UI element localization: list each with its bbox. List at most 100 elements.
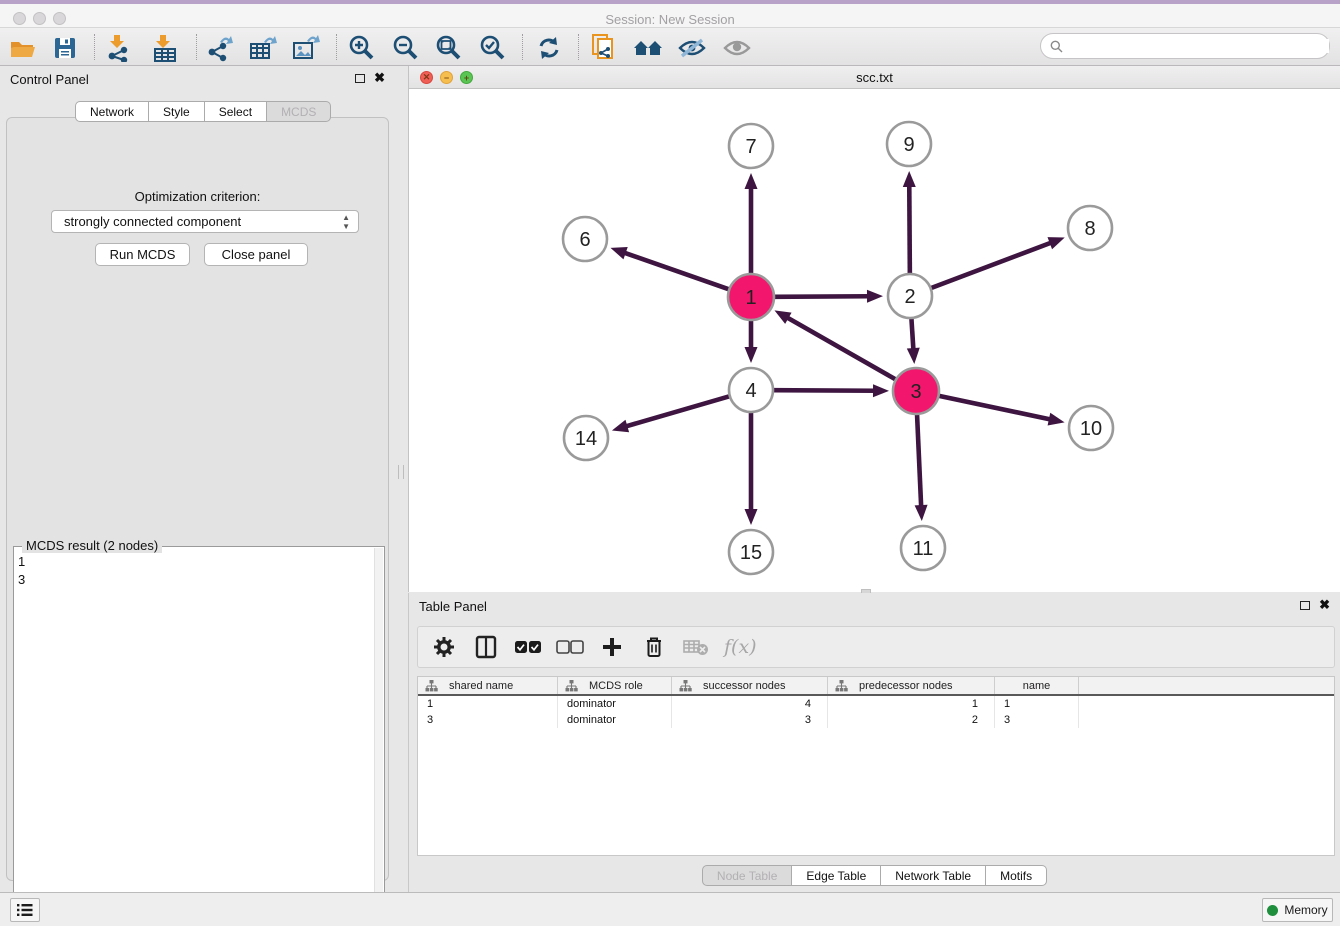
panel-splitter-handle[interactable] [398, 465, 404, 479]
tab-node-table[interactable]: Node Table [702, 865, 793, 886]
graph-edge-4-14[interactable] [612, 396, 729, 432]
new-network-from-selection-icon[interactable] [589, 33, 619, 63]
graph-edge-2-3[interactable] [907, 319, 920, 364]
show-panels-button[interactable] [10, 898, 40, 922]
graph-node-2[interactable]: 2 [888, 274, 932, 318]
column-header-predecessor-nodes[interactable]: predecessor nodes [828, 677, 995, 694]
close-panel-button[interactable]: Close panel [204, 243, 308, 266]
zoom-fit-icon[interactable] [434, 33, 464, 63]
graph-node-10[interactable]: 10 [1069, 406, 1113, 450]
zoom-in-icon[interactable] [347, 33, 377, 63]
float-table-panel-icon[interactable] [1300, 601, 1310, 610]
table-cell[interactable]: 2 [828, 712, 995, 728]
node-table[interactable]: shared name MCDS role successor nodes pr… [417, 676, 1335, 856]
graph-node-11[interactable]: 11 [901, 526, 945, 570]
graph-node-7[interactable]: 7 [729, 124, 773, 168]
table-cell[interactable]: 3 [672, 712, 828, 728]
float-panel-icon[interactable] [355, 74, 365, 83]
graph-node-14[interactable]: 14 [564, 416, 608, 460]
result-scrollbar[interactable] [374, 548, 383, 926]
graph-node-label: 2 [904, 286, 915, 308]
close-table-panel-icon[interactable]: ✖ [1319, 600, 1330, 610]
tab-mcds[interactable]: MCDS [267, 101, 331, 122]
save-session-icon[interactable] [50, 33, 80, 63]
column-header-mcds-role[interactable]: MCDS role [558, 677, 672, 694]
graph-node-9[interactable]: 9 [887, 122, 931, 166]
tab-motifs[interactable]: Motifs [986, 865, 1047, 886]
show-all-icon[interactable] [722, 33, 752, 63]
graph-node-6[interactable]: 6 [563, 217, 607, 261]
graph-node-1[interactable]: 1 [728, 274, 774, 320]
tab-network-table[interactable]: Network Table [881, 865, 986, 886]
graph-node-4[interactable]: 4 [729, 368, 773, 412]
control-panel-title: Control Panel [10, 72, 89, 87]
tab-style[interactable]: Style [149, 101, 205, 122]
column-label: successor nodes [703, 680, 786, 692]
select-all-icon[interactable] [514, 633, 542, 661]
tab-network[interactable]: Network [75, 101, 149, 122]
graph-edge-1-6[interactable] [610, 247, 729, 289]
export-image-icon[interactable] [291, 33, 321, 63]
open-session-icon[interactable] [8, 33, 38, 63]
table-cell[interactable]: 3 [418, 712, 558, 728]
graph-edge-1-4[interactable] [745, 320, 758, 363]
window-title: Session: New Session [0, 12, 1340, 27]
graph-edge-3-1[interactable] [774, 310, 896, 379]
graph-node-15[interactable]: 15 [729, 530, 773, 574]
column-header-successor-nodes[interactable]: successor nodes [672, 677, 828, 694]
graph-edge-2-8[interactable] [932, 237, 1065, 288]
graph-edge-2-9[interactable] [903, 171, 916, 273]
graph-edge-1-7[interactable] [745, 173, 758, 274]
table-cell[interactable]: 1 [995, 696, 1079, 712]
run-mcds-button[interactable]: Run MCDS [95, 243, 190, 266]
table-cell[interactable]: 1 [828, 696, 995, 712]
table-settings-gear-icon[interactable] [430, 633, 458, 661]
refresh-icon[interactable] [534, 33, 564, 63]
import-table-icon[interactable] [150, 33, 180, 63]
mcds-result-text[interactable]: 1 3 [18, 553, 25, 589]
memory-button[interactable]: Memory [1262, 898, 1333, 922]
graph-node-3[interactable]: 3 [893, 368, 939, 414]
table-cell[interactable]: 1 [418, 696, 558, 712]
zoom-selected-icon[interactable] [478, 33, 508, 63]
network-canvas[interactable]: 7 9 6 8 1 2 4 3 14 10 15 11 [409, 89, 1340, 592]
column-header-name[interactable]: name [995, 677, 1079, 694]
table-cell[interactable]: 4 [672, 696, 828, 712]
search-field[interactable] [1040, 33, 1330, 59]
import-network-icon[interactable] [104, 33, 134, 63]
graph-node-8[interactable]: 8 [1068, 206, 1112, 250]
network-window-titlebar[interactable]: ✕ − + scc.txt [409, 66, 1340, 89]
search-input[interactable] [1068, 39, 1329, 53]
close-panel-icon[interactable]: ✖ [374, 73, 385, 83]
table-cell[interactable]: dominator [558, 696, 672, 712]
toolbar-separator [522, 34, 523, 60]
export-table-icon[interactable] [248, 33, 278, 63]
delete-table-icon[interactable] [682, 633, 710, 661]
zoom-out-icon[interactable] [391, 33, 421, 63]
hide-selection-icon[interactable] [677, 33, 707, 63]
column-header-shared-name[interactable]: shared name [418, 677, 558, 694]
graph-edge-3-11[interactable] [915, 414, 928, 521]
export-network-icon[interactable] [205, 33, 235, 63]
graph-node-label: 11 [913, 538, 934, 560]
column-label: predecessor nodes [859, 680, 953, 692]
criterion-dropdown[interactable]: strongly connected component ▲▼ [51, 210, 359, 233]
graph-edge-1-2[interactable] [774, 290, 883, 303]
tab-edge-table[interactable]: Edge Table [792, 865, 881, 886]
table-row[interactable]: 1dominator411 [418, 696, 1334, 712]
graph-node-label: 10 [1080, 418, 1102, 440]
first-neighbors-icon[interactable] [633, 33, 663, 63]
dropdown-stepper-icon: ▲▼ [342, 213, 350, 231]
table-row[interactable]: 3dominator323 [418, 712, 1334, 728]
tab-select[interactable]: Select [205, 101, 267, 122]
show-columns-icon[interactable] [472, 633, 500, 661]
graph-edge-4-15[interactable] [745, 413, 758, 525]
table-cell[interactable]: 3 [995, 712, 1079, 728]
delete-row-trash-icon[interactable] [640, 633, 668, 661]
apply-function-icon[interactable]: f(x) [724, 636, 757, 658]
table-cell[interactable]: dominator [558, 712, 672, 728]
add-row-icon[interactable] [598, 633, 626, 661]
deselect-all-icon[interactable] [556, 633, 584, 661]
graph-edge-3-10[interactable] [939, 396, 1065, 426]
graph-edge-4-3[interactable] [774, 384, 889, 397]
